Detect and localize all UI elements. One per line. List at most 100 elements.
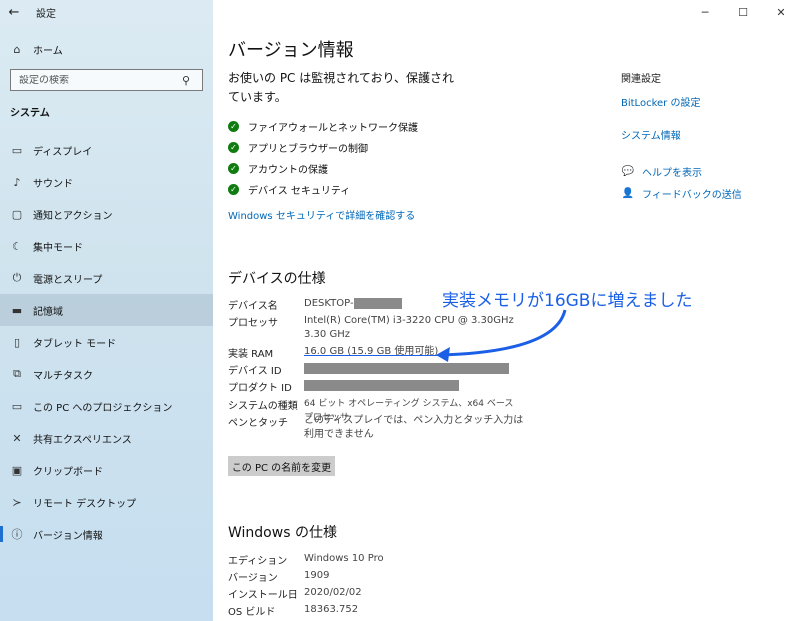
close-icon[interactable]: ✕: [762, 0, 800, 24]
focus-icon: ☾: [12, 239, 22, 253]
spec-key: システムの種類: [228, 401, 298, 412]
list-item: ✓ ファイアウォールとネットワーク保護: [228, 116, 418, 137]
spec-key: インストール日: [228, 590, 298, 601]
sidebar-item-label: リモート デスクトップ: [33, 498, 137, 510]
sidebar-item-tablet[interactable]: ▯ タブレット モード: [0, 326, 213, 358]
device-spec-heading: デバイスの仕様: [228, 271, 326, 287]
table-row: ペンとタッチ このディスプレイでは、ペン入力とタッチ入力は利用できません: [228, 414, 524, 444]
help-row[interactable]: 💬 ヘルプを表示: [621, 160, 791, 182]
search-icon[interactable]: ⚲: [176, 74, 196, 87]
security-details-link[interactable]: Windows セキュリティで詳細を確認する: [228, 207, 415, 222]
sidebar-item-storage[interactable]: ▬ 記憶域: [0, 294, 213, 326]
search-input[interactable]: [11, 74, 176, 86]
sidebar-item-remote[interactable]: ≻ リモート デスクトップ: [0, 486, 213, 518]
projection-icon: ▭: [11, 399, 23, 413]
storage-icon: ▬: [11, 303, 23, 317]
spec-key: デバイス ID: [228, 366, 282, 377]
sidebar-item-label: 電源とスリープ: [33, 274, 103, 286]
maximize-icon[interactable]: ☐: [724, 0, 762, 24]
display-icon: ▭: [11, 143, 23, 157]
section-label: システム: [10, 108, 50, 119]
sidebar-item-display[interactable]: ▭ ディスプレイ: [0, 134, 213, 166]
related-title: 関連設定: [621, 74, 661, 85]
windows-spec-heading: Windows の仕様: [228, 525, 337, 541]
spec-value: このディスプレイでは、ペン入力とタッチ入力は利用できません: [304, 415, 524, 440]
check-icon: ✓: [228, 142, 239, 153]
help-link[interactable]: ヘルプを表示: [642, 164, 702, 179]
table-row: エディション Windows 10 Pro: [228, 552, 524, 569]
table-row: システムの種類 64 ビット オペレーティング システム、x64 ベース プロセ…: [228, 397, 524, 423]
clipboard-icon: ▣: [11, 463, 23, 477]
sidebar-item-home[interactable]: ⌂ ホーム: [0, 38, 213, 60]
list-item: ✓ アプリとブラウザーの制御: [228, 137, 418, 158]
sidebar-item-sound[interactable]: ♪ サウンド: [0, 166, 213, 198]
redaction-bar: [304, 379, 459, 391]
tablet-icon: ▯: [13, 335, 21, 349]
feedback-row[interactable]: 👤 フィードバックの送信: [621, 182, 791, 204]
bitlocker-link[interactable]: BitLocker の設定: [621, 94, 791, 109]
feedback-link[interactable]: フィードバックの送信: [642, 186, 742, 201]
spec-value: 2020/02/02: [304, 587, 362, 598]
list-item: ✓ アカウントの保護: [228, 158, 418, 179]
spec-key: プロダクト ID: [228, 383, 292, 394]
rename-pc-button[interactable]: この PC の名前を変更: [228, 456, 335, 476]
notification-icon: ▢: [11, 207, 23, 221]
spec-value: Windows 10 Pro: [304, 553, 384, 564]
sidebar-item-label: マルチタスク: [33, 370, 93, 382]
share-icon: ✕: [12, 431, 22, 445]
table-row: OS ビルド 18363.752: [228, 603, 524, 620]
sidebar-nav: ▭ ディスプレイ ♪ サウンド ▢ 通知とアクション ☾ 集中モード ⏻ 電源と…: [0, 134, 213, 550]
check-icon: ✓: [228, 121, 239, 132]
minimize-icon[interactable]: ─: [686, 0, 724, 24]
device-name-value: DESKTOP-: [304, 298, 354, 309]
sidebar-item-about[interactable]: ⓘ バージョン情報: [0, 518, 213, 550]
feedback-icon: 👤: [621, 187, 635, 199]
sidebar-item-notifications[interactable]: ▢ 通知とアクション: [0, 198, 213, 230]
sidebar-item-label: 記憶域: [33, 306, 63, 318]
help-icon: 💬: [621, 165, 635, 177]
titlebar: ← 設定: [0, 0, 213, 24]
home-icon: ⌂: [13, 42, 21, 56]
spec-value: 64 ビット オペレーティング システム、x64 ベース プロセッサ: [304, 399, 514, 423]
page-title: バージョン情報: [228, 40, 354, 61]
annotation-arrow-icon: [436, 309, 567, 362]
sound-icon: ♪: [13, 175, 21, 189]
sidebar-item-focus[interactable]: ☾ 集中モード: [0, 230, 213, 262]
sidebar: ← 設定 ⌂ ホーム ⚲ システム ▭ ディスプレイ ♪ サウンド ▢ 通知とア…: [0, 0, 213, 621]
sidebar-item-multitask[interactable]: ⧉ マルチタスク: [0, 358, 213, 390]
sidebar-item-power[interactable]: ⏻ 電源とスリープ: [0, 262, 213, 294]
system-info-link[interactable]: システム情報: [621, 127, 791, 142]
table-row: バージョン 1909: [228, 569, 524, 586]
sidebar-item-label: クリップボード: [33, 466, 103, 478]
check-icon: ✓: [228, 163, 239, 174]
sidebar-item-label: この PC へのプロジェクション: [33, 402, 173, 414]
security-item-label: ファイアウォールとネットワーク保護: [248, 123, 418, 134]
app-title: 設定: [36, 8, 56, 20]
security-list: ✓ ファイアウォールとネットワーク保護 ✓ アプリとブラウザーの制御 ✓ アカウ…: [228, 116, 418, 200]
table-row: インストール日 2020/02/02: [228, 586, 524, 603]
sidebar-item-projection[interactable]: ▭ この PC へのプロジェクション: [0, 390, 213, 422]
info-icon: ⓘ: [11, 528, 23, 541]
back-arrow-icon[interactable]: ←: [0, 0, 28, 24]
spec-key: OS ビルド: [228, 607, 276, 618]
multitask-icon: ⧉: [13, 367, 21, 380]
sidebar-item-clipboard[interactable]: ▣ クリップボード: [0, 454, 213, 486]
sidebar-item-label: ディスプレイ: [33, 146, 93, 158]
security-item-label: アカウントの保護: [248, 165, 328, 176]
spec-value: 18363.752: [304, 604, 359, 615]
list-item: ✓ デバイス セキュリティ: [228, 179, 418, 200]
sidebar-item-shared[interactable]: ✕ 共有エクスペリエンス: [0, 422, 213, 454]
sidebar-item-label: サウンド: [33, 178, 73, 190]
sidebar-item-label: タブレット モード: [33, 338, 117, 350]
power-icon: ⏻: [12, 271, 22, 284]
check-icon: ✓: [228, 184, 239, 195]
spec-value: 1909: [304, 570, 330, 581]
sidebar-item-label: バージョン情報: [33, 530, 103, 542]
spec-value: [304, 379, 524, 397]
table-row: プロダクト ID: [228, 379, 524, 397]
security-item-label: アプリとブラウザーの制御: [248, 144, 368, 155]
related-settings: 関連設定 BitLocker の設定 システム情報 💬 ヘルプを表示 👤 フィー…: [621, 70, 791, 204]
remote-icon: ≻: [12, 495, 22, 509]
search-box[interactable]: ⚲: [10, 69, 203, 91]
spec-key: エディション: [228, 556, 288, 567]
